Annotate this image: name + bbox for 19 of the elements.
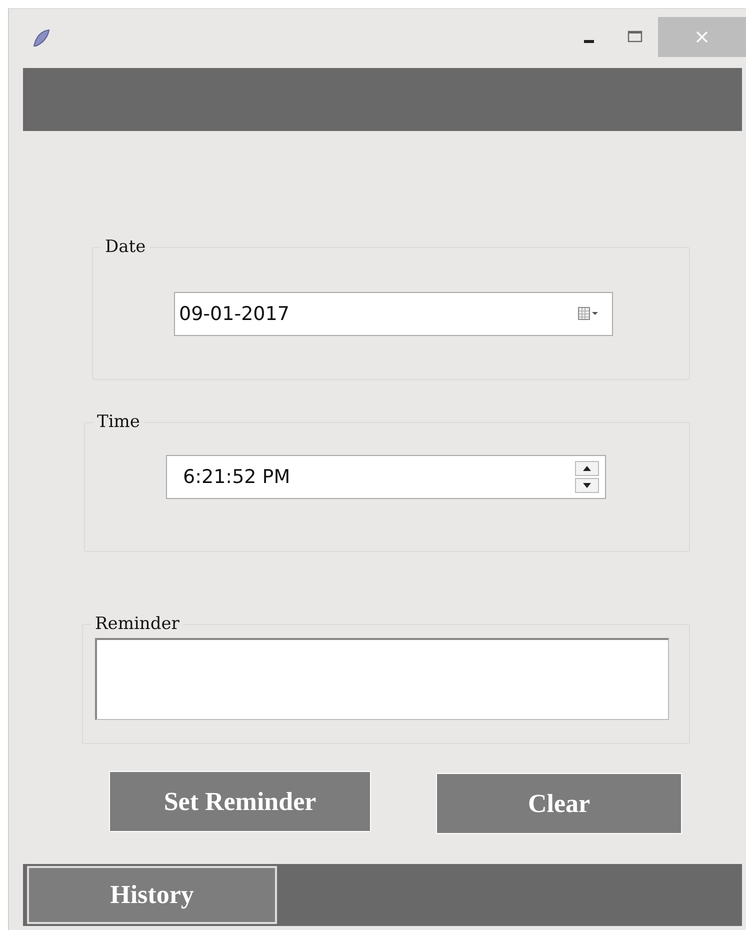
up-arrow-icon: [583, 466, 591, 471]
maximize-icon: [627, 30, 643, 44]
close-icon: [695, 30, 709, 44]
clear-button[interactable]: Clear: [436, 773, 682, 834]
minimize-icon: [584, 40, 594, 42]
down-arrow-icon: [583, 483, 591, 488]
date-picker[interactable]: 09-01-2017: [174, 292, 613, 336]
group-label: Time: [96, 412, 141, 432]
group-label: Date: [104, 237, 147, 257]
time-picker[interactable]: 6:21:52 PM: [166, 455, 606, 499]
set-reminder-button[interactable]: Set Reminder: [109, 771, 371, 832]
date-value: 09-01-2017: [179, 303, 290, 325]
spin-up-button[interactable]: [575, 461, 599, 476]
group-label: Reminder: [94, 614, 180, 634]
history-button[interactable]: History: [27, 866, 277, 924]
time-value: 6:21:52 PM: [183, 466, 292, 488]
spin-down-button[interactable]: [575, 478, 599, 493]
calendar-dropdown-icon[interactable]: [578, 306, 600, 322]
reminder-input[interactable]: [95, 638, 669, 720]
